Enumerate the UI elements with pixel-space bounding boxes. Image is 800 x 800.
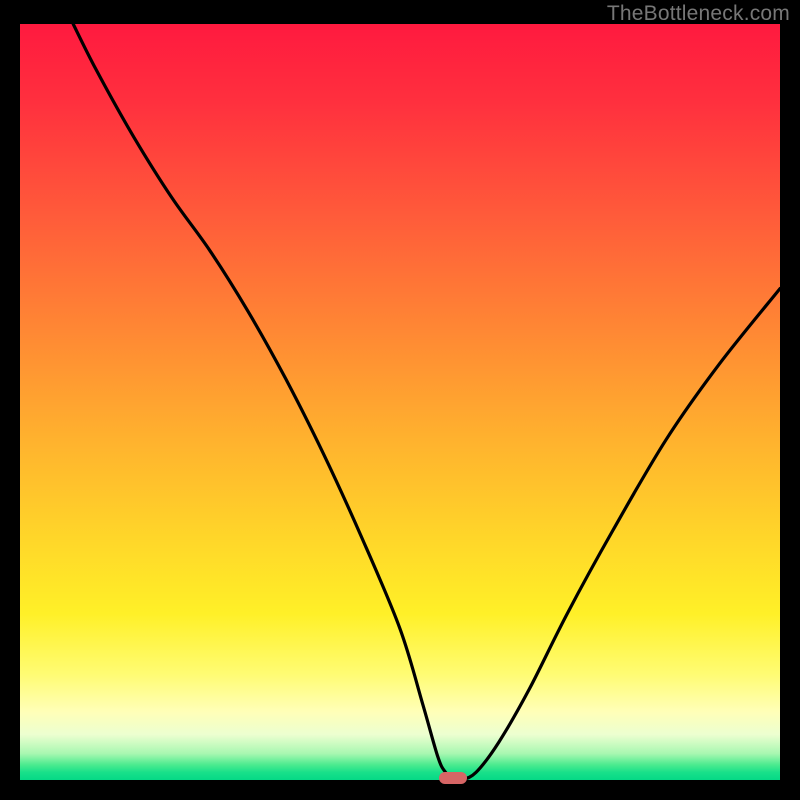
- watermark-text: TheBottleneck.com: [607, 2, 790, 26]
- optimal-marker: [439, 772, 467, 784]
- chart-frame: TheBottleneck.com: [0, 0, 800, 800]
- plot-area: [20, 24, 780, 780]
- bottleneck-curve: [20, 24, 780, 780]
